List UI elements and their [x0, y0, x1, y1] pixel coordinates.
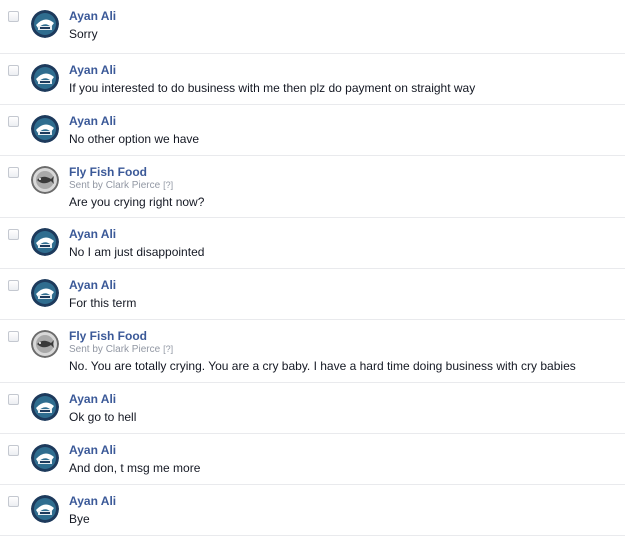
select-checkbox[interactable] — [8, 65, 19, 76]
select-checkbox[interactable] — [8, 496, 19, 507]
message-text: Bye — [69, 512, 90, 526]
select-checkbox[interactable] — [8, 116, 19, 127]
sender-name[interactable]: Ayan Ali — [69, 278, 116, 292]
ayan-logo-avatar[interactable] — [31, 279, 59, 307]
select-checkbox[interactable] — [8, 280, 19, 291]
message-row: Ayan Ali Ok go to hell — [0, 383, 625, 434]
sender-name[interactable]: Ayan Ali — [69, 227, 116, 241]
message-row: Ayan Ali For this term — [0, 269, 625, 320]
sender-name[interactable]: Ayan Ali — [69, 63, 116, 77]
message-row: Ayan Ali No other option we have — [0, 105, 625, 156]
message-text: Ok go to hell — [69, 410, 137, 424]
ayan-logo-avatar[interactable] — [31, 10, 59, 38]
message-text: If you interested to do business with me… — [69, 81, 476, 95]
message-text: Sorry — [69, 27, 98, 41]
message-row: Ayan Ali Bye — [0, 485, 625, 536]
sent-by-text: Sent by Clark Pierce — [69, 180, 161, 191]
message-row: Ayan Ali If you interested to do busines… — [0, 54, 625, 105]
message-row: Ayan Ali Sorry — [0, 0, 625, 54]
select-checkbox[interactable] — [8, 394, 19, 405]
sender-name[interactable]: Ayan Ali — [69, 443, 116, 457]
sender-name[interactable]: Fly Fish Food — [69, 165, 147, 179]
ayan-logo-avatar[interactable] — [31, 495, 59, 523]
message-text: No other option we have — [69, 132, 200, 146]
sender-name[interactable]: Ayan Ali — [69, 114, 116, 128]
message-row: Ayan Ali And don, t msg me more — [0, 434, 625, 485]
sender-name[interactable]: Ayan Ali — [69, 392, 116, 406]
sender-name[interactable]: Ayan Ali — [69, 9, 116, 23]
message-row: Fly Fish Food Sent by Clark Pierce [?] No… — [0, 320, 625, 383]
select-checkbox[interactable] — [8, 167, 19, 178]
sender-name[interactable]: Fly Fish Food — [69, 329, 147, 343]
sent-by-label: Sent by Clark Pierce [?] — [69, 180, 173, 191]
select-checkbox[interactable] — [8, 229, 19, 240]
message-text: No. You are totally crying. You are a cr… — [69, 359, 576, 373]
help-link[interactable]: [?] — [163, 180, 173, 190]
sent-by-text: Sent by Clark Pierce — [69, 344, 161, 355]
ayan-logo-avatar[interactable] — [31, 64, 59, 92]
select-checkbox[interactable] — [8, 331, 19, 342]
message-row: Ayan Ali No I am just disappointed — [0, 218, 625, 269]
ayan-logo-avatar[interactable] — [31, 393, 59, 421]
message-text: And don, t msg me more — [69, 461, 201, 475]
message-thread: Ayan Ali Sorry Ayan Ali If you intereste… — [0, 0, 625, 536]
message-row: Fly Fish Food Sent by Clark Pierce [?] Ar… — [0, 156, 625, 218]
ayan-logo-avatar[interactable] — [31, 228, 59, 256]
flyfish-logo-avatar[interactable] — [31, 330, 59, 358]
select-checkbox[interactable] — [8, 11, 19, 22]
help-link[interactable]: [?] — [163, 344, 173, 354]
sender-name[interactable]: Ayan Ali — [69, 494, 116, 508]
flyfish-logo-avatar[interactable] — [31, 166, 59, 194]
message-text: Are you crying right now? — [69, 195, 205, 209]
ayan-logo-avatar[interactable] — [31, 115, 59, 143]
select-checkbox[interactable] — [8, 445, 19, 456]
ayan-logo-avatar[interactable] — [31, 444, 59, 472]
message-text: For this term — [69, 296, 137, 310]
message-text: No I am just disappointed — [69, 245, 205, 259]
sent-by-label: Sent by Clark Pierce [?] — [69, 344, 173, 355]
